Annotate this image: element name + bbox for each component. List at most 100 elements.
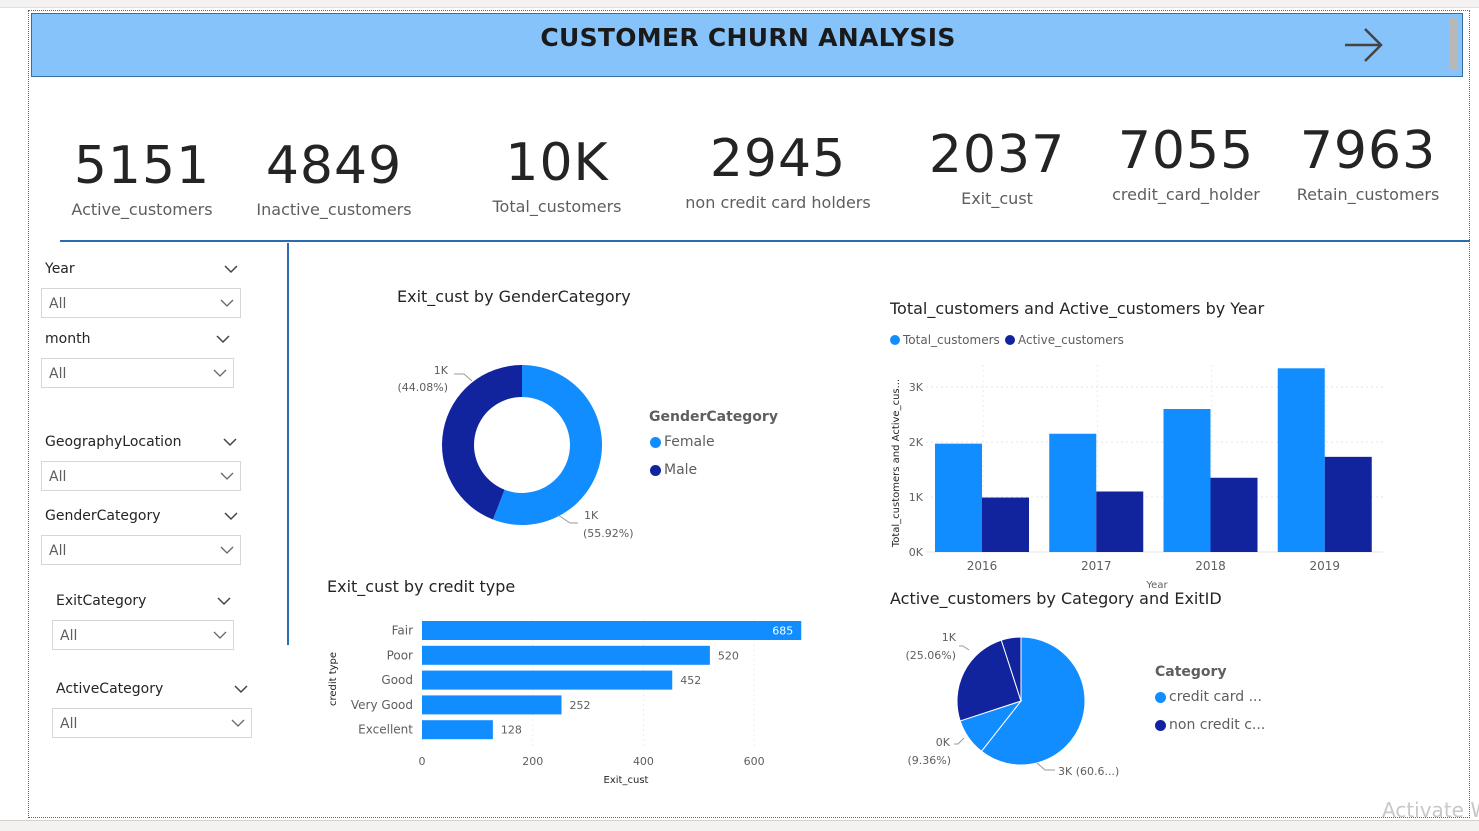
kpi-value: 2037 <box>928 125 1066 185</box>
legend-dot <box>1155 719 1166 731</box>
slicer-active-category: ActiveCategory All <box>52 681 256 741</box>
slicer-divider-line <box>287 243 289 645</box>
leader-line <box>1036 762 1055 771</box>
kpi-label: non credit card holders <box>685 193 871 212</box>
pie-chart: 3K (60.6...) 0K (9.36%) 1K (25.06%) <box>905 631 1119 778</box>
header-scrollbar[interactable] <box>1449 18 1457 70</box>
arrow-right-icon[interactable] <box>1339 22 1389 68</box>
y-tick-label: Very Good <box>351 698 413 712</box>
slicer-exit-category: ExitCategory All <box>52 593 236 653</box>
legend-item-credit-card[interactable]: credit card ... <box>1155 689 1262 705</box>
legend-item-active-customers[interactable]: Active_customers <box>1005 333 1124 347</box>
column-bar <box>1049 433 1097 552</box>
data-label: (55.92%) <box>583 527 634 540</box>
kpi-value: 4849 <box>265 136 403 196</box>
bar-chart-title: Exit_cust by credit type <box>327 577 516 596</box>
kpi-inactive-customers: 4849 Inactive_customers <box>250 136 418 219</box>
legend-label: Male <box>664 462 698 478</box>
slicer-dropdown[interactable]: All <box>41 535 241 565</box>
bar <box>422 645 710 665</box>
leader-line <box>454 373 473 382</box>
donut-chart-title: Exit_cust by GenderCategory <box>397 287 631 306</box>
kpi-label: Total_customers <box>492 197 622 216</box>
y-tick-label: 1K <box>909 491 924 504</box>
top-toolbar-strip <box>0 0 1479 8</box>
slicer-value: All <box>49 543 67 559</box>
chevron-down-icon[interactable] <box>234 684 248 694</box>
data-label: (44.08%) <box>397 381 448 394</box>
data-label: 252 <box>570 699 591 712</box>
x-tick-label: 600 <box>744 755 765 768</box>
slicer-title: GeographyLocation <box>45 434 182 450</box>
kpi-value: 5151 <box>73 136 211 196</box>
y-axis-title: credit type <box>328 652 339 706</box>
bar-chart: 0 200 400 600 Fair 685 Poor 520 Good 452 Very Good… <box>328 619 802 786</box>
slicer-month: month All <box>41 331 240 391</box>
slicer-dropdown[interactable]: All <box>52 708 252 738</box>
legend-dot <box>1155 691 1166 703</box>
x-tick-label: 2016 <box>967 559 998 573</box>
chevron-down-icon[interactable] <box>216 334 230 344</box>
chevron-down-icon[interactable] <box>224 511 238 521</box>
y-tick-label: Excellent <box>358 723 413 737</box>
slicer-title: GenderCategory <box>45 508 161 524</box>
y-tick-label: Good <box>381 673 413 687</box>
kpi-label: Inactive_customers <box>256 200 412 219</box>
legend-dot <box>650 464 661 476</box>
chevron-down-icon <box>220 546 234 554</box>
slicer-dropdown[interactable]: All <box>41 288 241 318</box>
kpi-divider-line <box>60 240 1470 242</box>
chevron-down-icon <box>213 631 227 639</box>
column-bar <box>1210 477 1258 552</box>
slicer-value: All <box>60 716 78 732</box>
slicer-value: All <box>60 628 78 644</box>
slicer-dropdown[interactable]: All <box>41 358 234 388</box>
kpi-label: Retain_customers <box>1296 185 1440 204</box>
x-tick-label: 2018 <box>1195 559 1226 573</box>
chevron-down-icon[interactable] <box>224 264 238 274</box>
legend-label: Female <box>664 434 715 450</box>
chevron-down-icon[interactable] <box>217 596 231 606</box>
chevron-down-icon <box>231 719 245 727</box>
data-label: 3K (60.6...) <box>1058 765 1119 778</box>
legend-item-non-credit-card[interactable]: non credit c... <box>1155 717 1265 733</box>
report-canvas: CUSTOMER CHURN ANALYSIS 5151 Active_cust… <box>0 0 1479 831</box>
legend-item-male[interactable]: Male <box>650 462 697 478</box>
slicer-dropdown[interactable]: All <box>52 620 234 650</box>
bar <box>422 621 802 640</box>
slicer-title: Year <box>45 261 75 277</box>
y-tick-label: Fair <box>392 624 413 638</box>
legend-item-total-customers[interactable]: Total_customers <box>890 333 1000 347</box>
pie-chart-title: Active_customers by Category and ExitID <box>890 589 1222 608</box>
donut-legend-title: GenderCategory <box>649 409 778 425</box>
donut-chart: 1K (55.92%) 1K (44.08%) <box>397 364 634 540</box>
column-bar <box>1277 368 1325 552</box>
bar <box>422 720 493 740</box>
data-label: 1K <box>584 509 599 522</box>
column-bar <box>1096 491 1144 552</box>
slicer-gender-category: GenderCategory All <box>41 508 245 568</box>
chevron-down-icon <box>220 299 234 307</box>
data-label: (25.06%) <box>905 649 956 662</box>
chevron-down-icon[interactable] <box>223 437 237 447</box>
data-label: (9.36%) <box>907 754 951 767</box>
column-chart-title: Total_customers and Active_customers by … <box>890 299 1265 318</box>
x-tick-label: 2019 <box>1309 559 1340 573</box>
x-axis-title: Exit_cust <box>604 775 649 786</box>
x-tick-label: 0 <box>419 755 426 768</box>
y-tick-label: Poor <box>387 648 413 662</box>
y-tick-label: 0K <box>909 546 924 559</box>
y-axis-title: Total_customers and Active_cus... <box>891 379 902 548</box>
column-bar <box>1324 456 1372 552</box>
chevron-down-icon <box>213 369 227 377</box>
slicer-dropdown[interactable]: All <box>41 461 241 491</box>
kpi-label: Exit_cust <box>961 189 1033 208</box>
slicer-value: All <box>49 296 67 312</box>
kpi-total-customers: 10K Total_customers <box>477 133 637 216</box>
activation-watermark: Activate W <box>1382 798 1479 822</box>
kpi-retain-customers: 7963 Retain_customers <box>1288 121 1448 204</box>
slicer-year: Year All <box>41 261 245 321</box>
kpi-non-credit-card-holders: 2945 non credit card holders <box>672 129 884 212</box>
kpi-value: 10K <box>505 133 609 193</box>
legend-item-female[interactable]: Female <box>650 434 715 450</box>
